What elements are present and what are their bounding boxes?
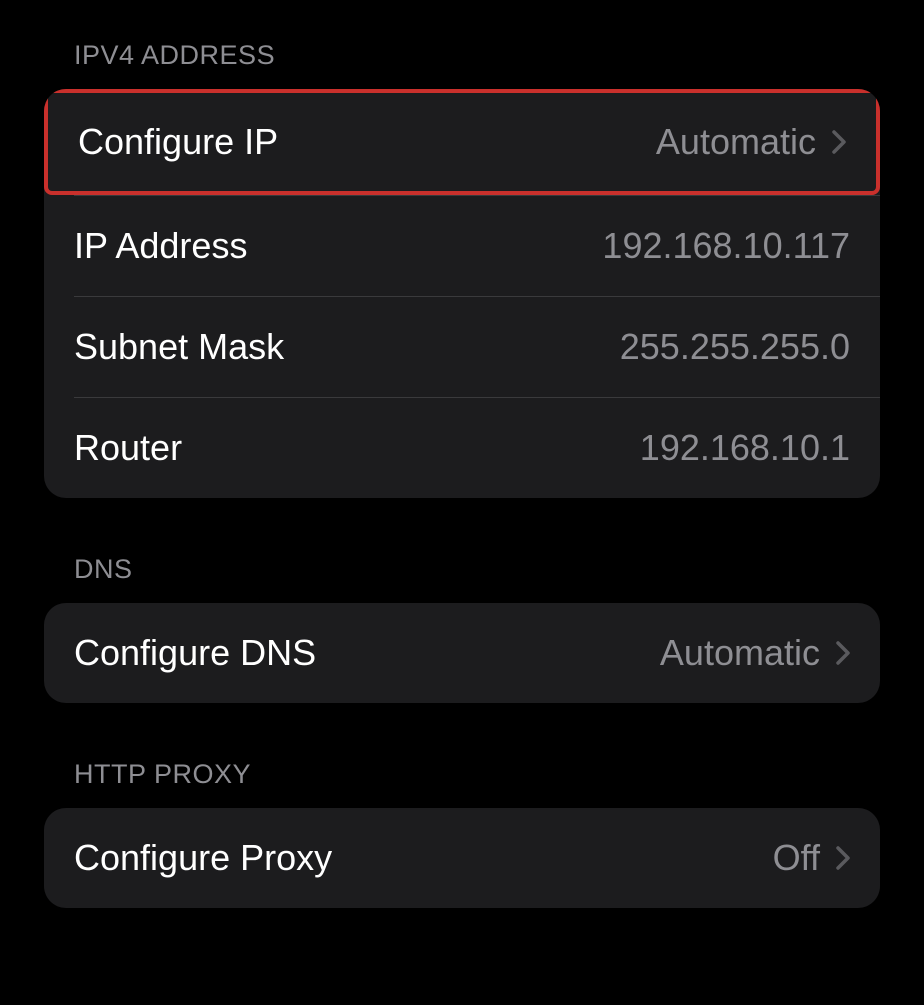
subnet-mask-row: Subnet Mask 255.255.255.0 (44, 297, 880, 397)
dns-section: DNS Configure DNS Automatic (44, 554, 880, 703)
configure-proxy-value: Off (773, 837, 820, 879)
ipv4-section: IPV4 ADDRESS Configure IP Automatic IP (44, 40, 880, 498)
subnet-mask-label: Subnet Mask (74, 326, 284, 368)
ip-address-value: 192.168.10.117 (602, 225, 850, 267)
configure-dns-label: Configure DNS (74, 632, 316, 674)
configure-dns-row[interactable]: Configure DNS Automatic (44, 603, 880, 703)
ipv4-group: Configure IP Automatic IP Address 192.16… (44, 89, 880, 498)
configure-ip-value: Automatic (656, 121, 816, 163)
chevron-right-icon (836, 641, 850, 665)
dns-group: Configure DNS Automatic (44, 603, 880, 703)
configure-proxy-right: Off (773, 837, 850, 879)
configure-ip-label: Configure IP (78, 121, 278, 163)
chevron-right-icon (836, 846, 850, 870)
configure-ip-row[interactable]: Configure IP Automatic (44, 89, 880, 195)
router-value: 192.168.10.1 (640, 427, 850, 469)
ip-address-label: IP Address (74, 225, 247, 267)
http-proxy-section-header: HTTP PROXY (74, 759, 880, 790)
router-label: Router (74, 427, 182, 469)
router-row: Router 192.168.10.1 (44, 398, 880, 498)
http-proxy-group: Configure Proxy Off (44, 808, 880, 908)
subnet-mask-value: 255.255.255.0 (620, 326, 850, 368)
configure-proxy-row[interactable]: Configure Proxy Off (44, 808, 880, 908)
configure-dns-value: Automatic (660, 632, 820, 674)
configure-proxy-label: Configure Proxy (74, 837, 332, 879)
dns-section-header: DNS (74, 554, 880, 585)
chevron-right-icon (832, 130, 846, 154)
ip-address-row: IP Address 192.168.10.117 (44, 196, 880, 296)
configure-dns-right: Automatic (660, 632, 850, 674)
http-proxy-section: HTTP PROXY Configure Proxy Off (44, 759, 880, 908)
configure-ip-right: Automatic (656, 121, 846, 163)
ipv4-section-header: IPV4 ADDRESS (74, 40, 880, 71)
